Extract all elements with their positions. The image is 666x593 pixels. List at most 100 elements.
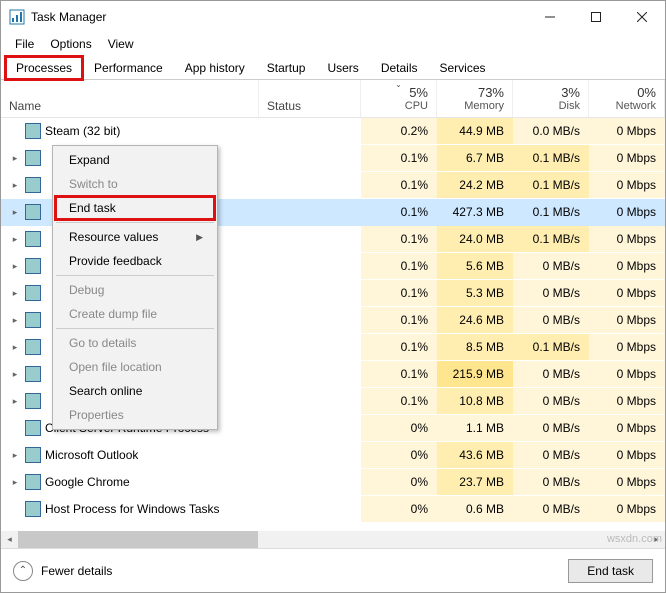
process-name: Google Chrome [45, 475, 130, 489]
fewer-details-button[interactable]: ⌃ Fewer details [13, 561, 112, 581]
menu-view[interactable]: View [100, 35, 142, 53]
cell-network: 0 Mbps [589, 307, 665, 333]
task-manager-icon [9, 9, 25, 25]
process-icon [25, 474, 41, 490]
cell-cpu: 0% [361, 415, 437, 441]
menu-file[interactable]: File [7, 35, 42, 53]
menu-item-open-file-location: Open file location [55, 355, 215, 379]
minimize-button[interactable] [527, 1, 573, 33]
expand-icon[interactable]: ▸ [9, 234, 21, 245]
cell-network: 0 Mbps [589, 118, 665, 144]
cell-disk: 0.0 MB/s [513, 118, 589, 144]
cell-cpu: 0.1% [361, 226, 437, 252]
menu-item-search-online[interactable]: Search online [55, 379, 215, 403]
cell-cpu: 0.1% [361, 145, 437, 171]
menu-item-label: Create dump file [69, 307, 157, 321]
cell-cpu: 0.1% [361, 334, 437, 360]
menu-item-debug: Debug [55, 278, 215, 302]
cell-cpu: 0.1% [361, 388, 437, 414]
menu-item-label: Provide feedback [69, 254, 162, 268]
menu-item-expand[interactable]: Expand [55, 148, 215, 172]
menu-item-label: Resource values [69, 230, 158, 244]
cell-network: 0 Mbps [589, 199, 665, 225]
expand-icon[interactable]: ▸ [9, 315, 21, 326]
cell-name: Host Process for Windows Tasks [1, 496, 259, 522]
table-row[interactable]: Host Process for Windows Tasks0%0.6 MB0 … [1, 496, 665, 523]
cell-memory: 43.6 MB [437, 442, 513, 468]
cell-cpu: 0% [361, 469, 437, 495]
expand-icon[interactable]: ▸ [9, 477, 21, 488]
cell-network: 0 Mbps [589, 226, 665, 252]
process-icon [25, 177, 41, 193]
col-status[interactable]: Status [259, 80, 361, 117]
cell-network: 0 Mbps [589, 172, 665, 198]
col-cpu[interactable]: ⌄ 5% CPU [361, 80, 437, 117]
cell-network: 0 Mbps [589, 334, 665, 360]
expand-icon[interactable]: ▸ [9, 369, 21, 380]
cell-disk: 0 MB/s [513, 361, 589, 387]
horizontal-scrollbar[interactable]: ◂ ▸ [1, 531, 665, 548]
col-name[interactable]: Name [1, 80, 259, 117]
menu-item-end-task[interactable]: End task [55, 196, 215, 220]
tab-processes[interactable]: Processes [5, 56, 83, 80]
col-disk[interactable]: 3% Disk [513, 80, 589, 117]
cell-status [259, 469, 361, 495]
col-network[interactable]: 0% Network [589, 80, 665, 117]
cell-cpu: 0.1% [361, 253, 437, 279]
table-row[interactable]: ▸Google Chrome0%23.7 MB0 MB/s0 Mbps [1, 469, 665, 496]
tab-app-history[interactable]: App history [174, 56, 256, 80]
process-icon [25, 123, 41, 139]
cell-disk: 0 MB/s [513, 415, 589, 441]
menubar: File Options View [1, 33, 665, 55]
expand-icon[interactable]: ▸ [9, 342, 21, 353]
process-icon [25, 204, 41, 220]
sort-indicator-icon: ⌄ [395, 80, 402, 89]
expand-icon[interactable]: ▸ [9, 153, 21, 164]
cell-disk: 0.1 MB/s [513, 334, 589, 360]
tab-bar: Processes Performance App history Startu… [1, 55, 665, 80]
cell-network: 0 Mbps [589, 496, 665, 522]
expand-icon[interactable]: ▸ [9, 288, 21, 299]
menu-item-go-to-details: Go to details [55, 331, 215, 355]
expand-icon[interactable]: ▸ [9, 180, 21, 191]
expand-icon[interactable]: ▸ [9, 450, 21, 461]
table-row[interactable]: Steam (32 bit)0.2%44.9 MB0.0 MB/s0 Mbps [1, 118, 665, 145]
end-task-button[interactable]: End task [568, 559, 653, 583]
menu-options[interactable]: Options [42, 35, 99, 53]
menu-item-label: Debug [69, 283, 104, 297]
cell-memory: 5.3 MB [437, 280, 513, 306]
maximize-button[interactable] [573, 1, 619, 33]
tab-users[interactable]: Users [316, 56, 369, 80]
titlebar: Task Manager [1, 1, 665, 33]
tab-details[interactable]: Details [370, 56, 429, 80]
cell-memory: 8.5 MB [437, 334, 513, 360]
cell-network: 0 Mbps [589, 253, 665, 279]
cell-network: 0 Mbps [589, 415, 665, 441]
process-icon [25, 150, 41, 166]
tab-startup[interactable]: Startup [256, 56, 317, 80]
tab-services[interactable]: Services [429, 56, 497, 80]
expand-icon[interactable]: ▸ [9, 396, 21, 407]
cell-memory: 6.7 MB [437, 145, 513, 171]
cell-cpu: 0.1% [361, 199, 437, 225]
scroll-left-button[interactable]: ◂ [1, 531, 18, 548]
menu-item-resource-values[interactable]: Resource values ▶ [55, 225, 215, 249]
expand-icon[interactable]: ▸ [9, 261, 21, 272]
tab-performance[interactable]: Performance [83, 56, 174, 80]
scroll-thumb[interactable] [18, 531, 258, 548]
context-menu: ExpandSwitch toEnd taskResource values▶P… [52, 145, 218, 430]
menu-item-label: Properties [69, 408, 124, 422]
cell-cpu: 0.1% [361, 280, 437, 306]
submenu-arrow-icon: ▶ [196, 232, 203, 243]
cell-memory: 0.6 MB [437, 496, 513, 522]
expand-icon[interactable]: ▸ [9, 207, 21, 218]
cell-status [259, 226, 361, 252]
cell-status [259, 415, 361, 441]
close-button[interactable] [619, 1, 665, 33]
cell-memory: 1.1 MB [437, 415, 513, 441]
table-row[interactable]: ▸Microsoft Outlook0%43.6 MB0 MB/s0 Mbps [1, 442, 665, 469]
menu-item-provide-feedback[interactable]: Provide feedback [55, 249, 215, 273]
menu-item-label: Expand [69, 153, 110, 167]
col-memory[interactable]: 73% Memory [437, 80, 513, 117]
menu-item-label: Go to details [69, 336, 136, 350]
